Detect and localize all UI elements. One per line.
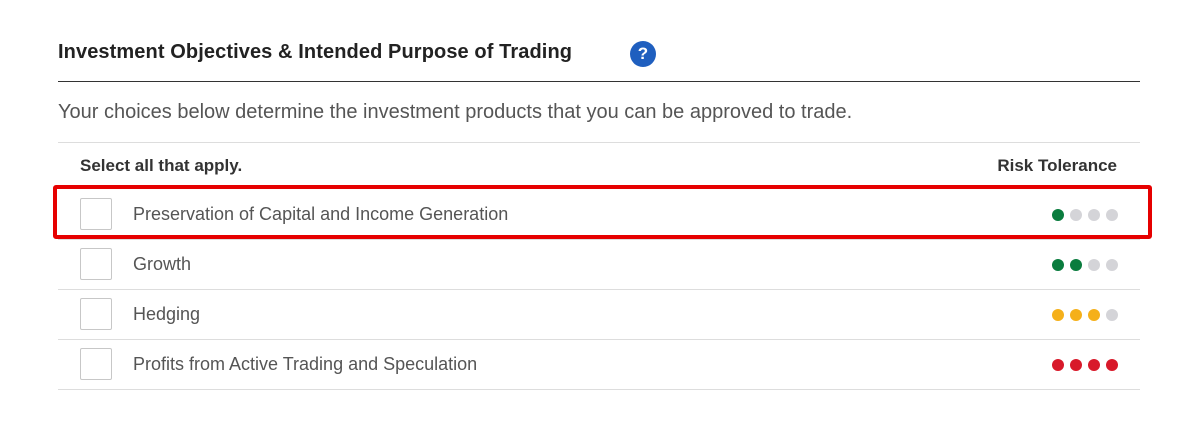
- option-label[interactable]: Profits from Active Trading and Speculat…: [133, 354, 477, 375]
- option-checkbox[interactable]: [80, 198, 112, 230]
- help-icon[interactable]: ?: [630, 41, 656, 67]
- risk-indicator: [1052, 309, 1118, 321]
- risk-dot: [1070, 209, 1082, 221]
- risk-dot: [1106, 359, 1118, 371]
- option-label[interactable]: Preservation of Capital and Income Gener…: [133, 204, 508, 225]
- option-row-growth[interactable]: Growth: [58, 240, 1140, 290]
- option-checkbox[interactable]: [80, 348, 112, 380]
- risk-indicator: [1052, 259, 1118, 271]
- option-row-preservation[interactable]: Preservation of Capital and Income Gener…: [58, 190, 1140, 240]
- option-checkbox[interactable]: [80, 298, 112, 330]
- risk-dot: [1052, 259, 1064, 271]
- risk-dot: [1088, 309, 1100, 321]
- risk-dot: [1088, 209, 1100, 221]
- risk-dot: [1070, 359, 1082, 371]
- section-header: Investment Objectives & Intended Purpose…: [58, 40, 1140, 82]
- risk-tolerance-heading: Risk Tolerance: [997, 156, 1117, 175]
- risk-dot: [1052, 359, 1064, 371]
- risk-dot: [1070, 309, 1082, 321]
- intro-text: Your choices below determine the investm…: [58, 101, 853, 123]
- option-checkbox[interactable]: [80, 248, 112, 280]
- investment-objectives-section: Investment Objectives & Intended Purpose…: [0, 0, 1188, 444]
- option-label[interactable]: Hedging: [133, 304, 200, 325]
- option-label[interactable]: Growth: [133, 254, 191, 275]
- select-all-heading: Select all that apply.: [80, 156, 243, 175]
- risk-dot: [1052, 309, 1064, 321]
- option-row-speculation[interactable]: Profits from Active Trading and Speculat…: [58, 340, 1140, 390]
- risk-indicator: [1052, 359, 1118, 371]
- risk-dot: [1088, 259, 1100, 271]
- risk-dot: [1070, 259, 1082, 271]
- risk-dot: [1106, 259, 1118, 271]
- risk-dot: [1106, 209, 1118, 221]
- risk-dot: [1106, 309, 1118, 321]
- option-row-hedging[interactable]: Hedging: [58, 290, 1140, 340]
- divider: [58, 142, 1140, 143]
- risk-dot: [1088, 359, 1100, 371]
- risk-dot: [1052, 209, 1064, 221]
- risk-indicator: [1052, 209, 1118, 221]
- section-title: Investment Objectives & Intended Purpose…: [58, 41, 573, 63]
